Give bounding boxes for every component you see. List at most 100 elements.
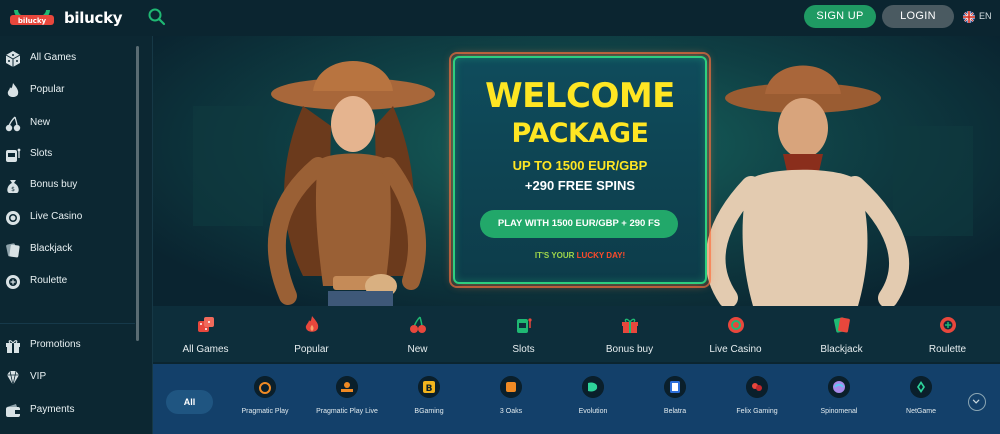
netgame-logo-icon (910, 376, 932, 398)
provider-item[interactable]: Belatra (635, 376, 715, 432)
sidebar-item-live-casino[interactable]: Live Casino (0, 203, 135, 233)
category-blackjack[interactable]: Blackjack (789, 306, 894, 362)
category-label: Bonus buy (605, 344, 654, 355)
brand-logo[interactable]: bilucky bilucky (8, 5, 123, 31)
sidebar-item-bonus-buy[interactable]: $ Bonus buy (0, 171, 135, 201)
promo-title: WELCOME (485, 76, 675, 116)
category-new[interactable]: New (365, 306, 470, 362)
svg-text:$: $ (11, 186, 15, 193)
belatra-logo-icon (664, 376, 686, 398)
chevron-down-icon (972, 399, 980, 404)
category-label: Popular (294, 344, 329, 355)
sidebar-item-promotions[interactable]: Promotions (0, 331, 135, 361)
roulette-icon (6, 275, 20, 289)
category-roulette[interactable]: Roulette (895, 306, 1000, 362)
search-icon[interactable] (147, 7, 167, 27)
provider-label: Evolution (578, 408, 608, 415)
wallet-icon (6, 404, 20, 417)
sidebar-item-label: Live Casino (30, 211, 83, 222)
provider-item[interactable]: Spinomenal (799, 376, 879, 432)
category-bar: All Games Popular New Slots Bonus buy Li… (153, 306, 1000, 362)
provider-label: NetGame (906, 408, 936, 415)
provider-item[interactable]: Evolution (553, 376, 633, 432)
cherries-icon (5, 116, 21, 132)
sidebar-item-label: Bonus buy (30, 179, 78, 190)
sidebar-item-all-games[interactable]: All Games (0, 44, 135, 74)
cards-icon (833, 317, 850, 333)
provider-label: Pragmatic Play (241, 408, 289, 415)
gift-icon (622, 318, 638, 333)
horseshoe-logo-icon: bilucky (10, 9, 54, 25)
sidebar: All Games Popular New Slots $ Bonus buy (0, 36, 153, 434)
sidebar-item-label: Promotions (30, 339, 81, 350)
category-bonus-buy[interactable]: Bonus buy (577, 306, 682, 362)
cowgirl-illustration (267, 61, 435, 306)
sidebar-item-label: Slots (30, 148, 53, 159)
provider-label: Pragmatic Play Live (316, 408, 378, 415)
sidebar-item-label: Payments (30, 404, 75, 415)
category-all-games[interactable]: All Games (153, 306, 258, 362)
category-live-casino[interactable]: Live Casino (683, 306, 788, 362)
brand-name: bilucky (64, 9, 123, 27)
bgaming-logo-icon: B (418, 376, 440, 398)
play-bonus-button[interactable]: PLAY WITH 1500 EUR/GBP + 290 FS (480, 210, 678, 238)
dice-icon (198, 317, 214, 332)
welcome-package-card: WELCOME PACKAGE UP TO 1500 EUR/GBP +290 … (449, 52, 711, 288)
provider-item[interactable]: NetGame (881, 376, 961, 432)
promo-subtitle: PACKAGE (511, 118, 649, 149)
promo-tagline: IT'S YOUR LUCKY DAY! (455, 251, 705, 260)
provider-label: Belatra (663, 408, 687, 415)
sidebar-item-label: Popular (30, 84, 65, 95)
cherries-icon (410, 316, 426, 333)
top-header: bilucky bilucky SIGN UP LOGIN EN (0, 0, 1000, 36)
sidebar-item-label: VIP (30, 371, 47, 382)
sidebar-item-blackjack[interactable]: Blackjack (0, 235, 135, 265)
provider-label: 3 Oaks (499, 408, 523, 415)
flame-icon (305, 316, 319, 332)
provider-item[interactable]: B BGaming (389, 376, 469, 432)
category-slots[interactable]: Slots (471, 306, 576, 362)
sidebar-item-vip[interactable]: VIP (0, 363, 135, 393)
slot-machine-icon (517, 318, 532, 333)
login-button[interactable]: LOGIN (882, 5, 954, 28)
svg-text:bilucky: bilucky (18, 17, 47, 25)
category-label: Roulette (928, 344, 967, 355)
evolution-logo-icon (582, 376, 604, 398)
category-label: Blackjack (820, 344, 863, 355)
category-popular[interactable]: Popular (259, 306, 364, 362)
sidebar-item-roulette[interactable]: Roulette (0, 267, 135, 297)
sidebar-item-slots[interactable]: Slots (0, 140, 135, 170)
category-label: Live Casino (709, 344, 762, 355)
sidebar-scrollbar[interactable] (136, 46, 139, 341)
svg-text:B: B (426, 384, 433, 394)
pragmatic-play-logo-icon (254, 376, 276, 398)
dice-icon (5, 51, 21, 67)
promo-banner[interactable]: WELCOME PACKAGE UP TO 1500 EUR/GBP +290 … (153, 36, 1000, 306)
sidebar-item-label: New (30, 117, 51, 128)
provider-item[interactable]: Felix Gaming (717, 376, 797, 432)
pragmatic-play-live-logo-icon (336, 376, 358, 398)
provider-all-button[interactable]: All (166, 390, 213, 414)
providers-scroll-button[interactable] (968, 393, 986, 411)
sidebar-item-new[interactable]: New (0, 109, 135, 139)
promo-offer: UP TO 1500 EUR/GBP (512, 158, 648, 173)
cowboy-illustration (705, 65, 909, 306)
diamond-icon (7, 370, 19, 386)
slot-machine-icon (6, 148, 21, 162)
provider-item[interactable]: 3 Oaks (471, 376, 551, 432)
sign-up-button[interactable]: SIGN UP (804, 5, 876, 28)
category-label: All Games (182, 344, 229, 355)
provider-label: Spinomenal (820, 408, 858, 415)
sidebar-item-label: All Games (30, 52, 77, 63)
uk-flag-icon (963, 11, 975, 23)
sidebar-item-label: Roulette (30, 275, 68, 286)
provider-item[interactable]: Pragmatic Play (225, 376, 305, 432)
sidebar-item-popular[interactable]: Popular (0, 76, 135, 106)
language-selector[interactable]: EN (963, 10, 995, 24)
provider-item[interactable]: Pragmatic Play Live (307, 376, 387, 432)
cards-icon (6, 243, 20, 258)
sidebar-item-payments[interactable]: Payments (0, 396, 135, 426)
provider-label: BGaming (414, 408, 444, 415)
casino-chip-icon (728, 317, 744, 333)
casino-chip-icon (6, 211, 20, 225)
